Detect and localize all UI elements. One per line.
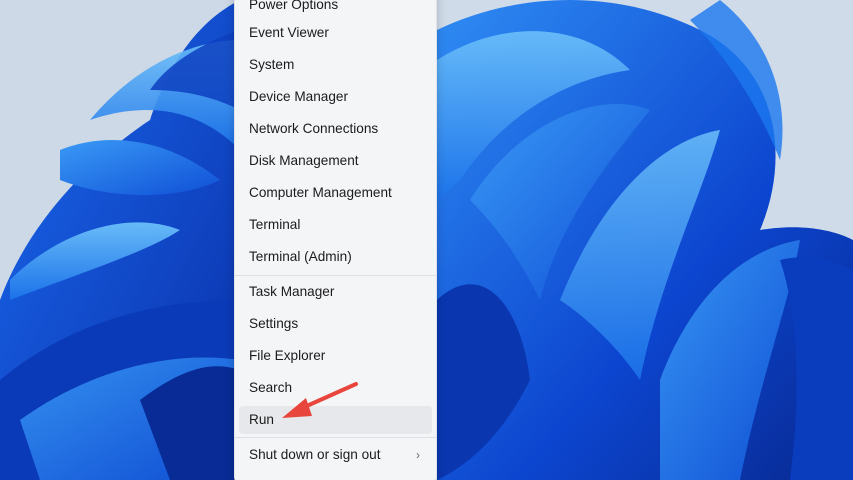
menu-separator bbox=[235, 275, 436, 276]
menu-item-run[interactable]: Run bbox=[239, 406, 432, 434]
menu-item-terminal-admin[interactable]: Terminal (Admin) bbox=[239, 243, 432, 271]
menu-item-device-manager[interactable]: Device Manager bbox=[239, 83, 432, 111]
menu-item-label: Event Viewer bbox=[249, 25, 329, 40]
menu-item-computer-management[interactable]: Computer Management bbox=[239, 179, 432, 207]
menu-item-label: Device Manager bbox=[249, 89, 348, 104]
menu-item-label: Task Manager bbox=[249, 284, 335, 299]
menu-item-label: File Explorer bbox=[249, 348, 326, 363]
winx-context-menu: Power Options Event Viewer System Device… bbox=[234, 0, 437, 480]
menu-item-terminal[interactable]: Terminal bbox=[239, 211, 432, 239]
chevron-right-icon: › bbox=[416, 448, 420, 462]
menu-item-label: Network Connections bbox=[249, 121, 379, 136]
menu-item-label: Terminal bbox=[249, 217, 301, 232]
menu-item-label: System bbox=[249, 57, 295, 72]
menu-item-file-explorer[interactable]: File Explorer bbox=[239, 342, 432, 370]
menu-item-system[interactable]: System bbox=[239, 51, 432, 79]
desktop: Power Options Event Viewer System Device… bbox=[0, 0, 853, 480]
menu-item-shut-down-or-sign-out[interactable]: Shut down or sign out › bbox=[239, 441, 432, 469]
menu-item-settings[interactable]: Settings bbox=[239, 310, 432, 338]
menu-separator bbox=[235, 437, 436, 438]
menu-item-network-connections[interactable]: Network Connections bbox=[239, 115, 432, 143]
menu-item-task-manager[interactable]: Task Manager bbox=[239, 278, 432, 306]
menu-item-power-options[interactable]: Power Options bbox=[239, 0, 432, 19]
menu-item-event-viewer[interactable]: Event Viewer bbox=[239, 19, 432, 47]
menu-item-disk-management[interactable]: Disk Management bbox=[239, 147, 432, 175]
menu-item-label: Settings bbox=[249, 316, 299, 331]
menu-item-label: Computer Management bbox=[249, 185, 392, 200]
menu-item-label: Power Options bbox=[249, 0, 339, 12]
menu-item-search[interactable]: Search bbox=[239, 374, 432, 402]
menu-item-label: Terminal (Admin) bbox=[249, 249, 352, 264]
menu-item-label: Disk Management bbox=[249, 153, 359, 168]
menu-item-label: Run bbox=[249, 412, 274, 427]
menu-item-label: Shut down or sign out bbox=[249, 447, 381, 462]
menu-item-label: Search bbox=[249, 380, 293, 395]
